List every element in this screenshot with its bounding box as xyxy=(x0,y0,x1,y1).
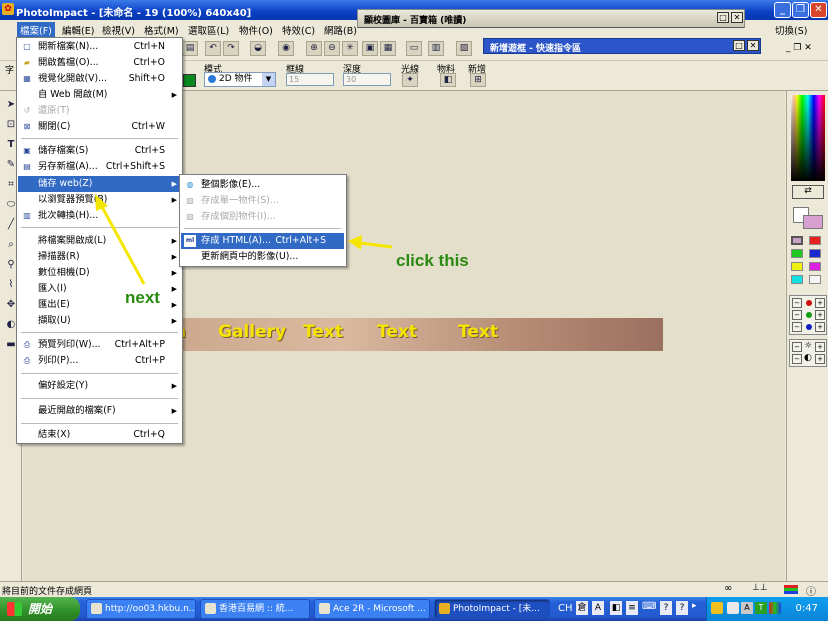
next-annotation: next xyxy=(125,288,160,307)
glasses-icon[interactable]: ∞ xyxy=(724,583,732,594)
word-icon xyxy=(319,603,330,614)
status-text: 將目前的文件存成網頁 xyxy=(2,587,93,597)
clock[interactable]: 0:47 xyxy=(796,603,818,614)
help-icon[interactable]: ? xyxy=(676,601,688,615)
taskbar-item[interactable]: 香港百易網 :: 統... xyxy=(200,599,310,619)
info-icon[interactable]: ⓘ xyxy=(806,583,816,598)
browser-icon xyxy=(205,603,216,614)
click-this-annotation: click this xyxy=(396,251,469,270)
ruler-icon[interactable]: ⊥⊥ xyxy=(752,583,768,593)
taskbar-item[interactable]: Ace 2R - Microsoft ... xyxy=(314,599,430,619)
ime-icon[interactable]: A xyxy=(592,601,604,615)
ime-icon[interactable]: ◧ xyxy=(610,601,622,615)
system-tray: A T 0:47 xyxy=(706,597,828,621)
status-bar: 將目前的文件存成網頁 ∞ ⊥⊥ ⓘ xyxy=(0,581,828,598)
annotation-overlay xyxy=(95,194,393,285)
next-arrow xyxy=(95,194,146,285)
tray-icon[interactable]: A xyxy=(741,602,753,614)
ime-icon[interactable]: 倉 xyxy=(576,601,588,615)
tray-icon[interactable] xyxy=(727,602,739,614)
keyboard-icon[interactable]: ⌨ xyxy=(642,601,656,615)
collapse-icon[interactable]: ▸ xyxy=(692,601,702,615)
color-mode-icon[interactable] xyxy=(784,585,798,594)
browser-icon xyxy=(91,603,102,614)
ime-icon[interactable]: ≡ xyxy=(626,601,638,615)
tray-icon[interactable] xyxy=(711,602,723,614)
input-language[interactable]: CH xyxy=(558,603,573,614)
photoimpact-icon xyxy=(439,603,450,614)
ime-icon[interactable]: ? xyxy=(660,601,672,615)
taskbar: .開始 http://oo03.hkbu.n... 香港百易網 :: 統... … xyxy=(0,597,828,621)
taskbar-item-active[interactable]: PhotoImpact - [未... xyxy=(434,599,550,619)
tray-icon[interactable] xyxy=(769,602,781,614)
start-button[interactable]: .開始 xyxy=(0,597,80,621)
click-this-arrow xyxy=(348,235,393,250)
taskbar-item[interactable]: http://oo03.hkbu.n... xyxy=(86,599,196,619)
windows-logo-icon: . xyxy=(7,602,22,616)
tray-icon[interactable]: T xyxy=(755,602,767,614)
